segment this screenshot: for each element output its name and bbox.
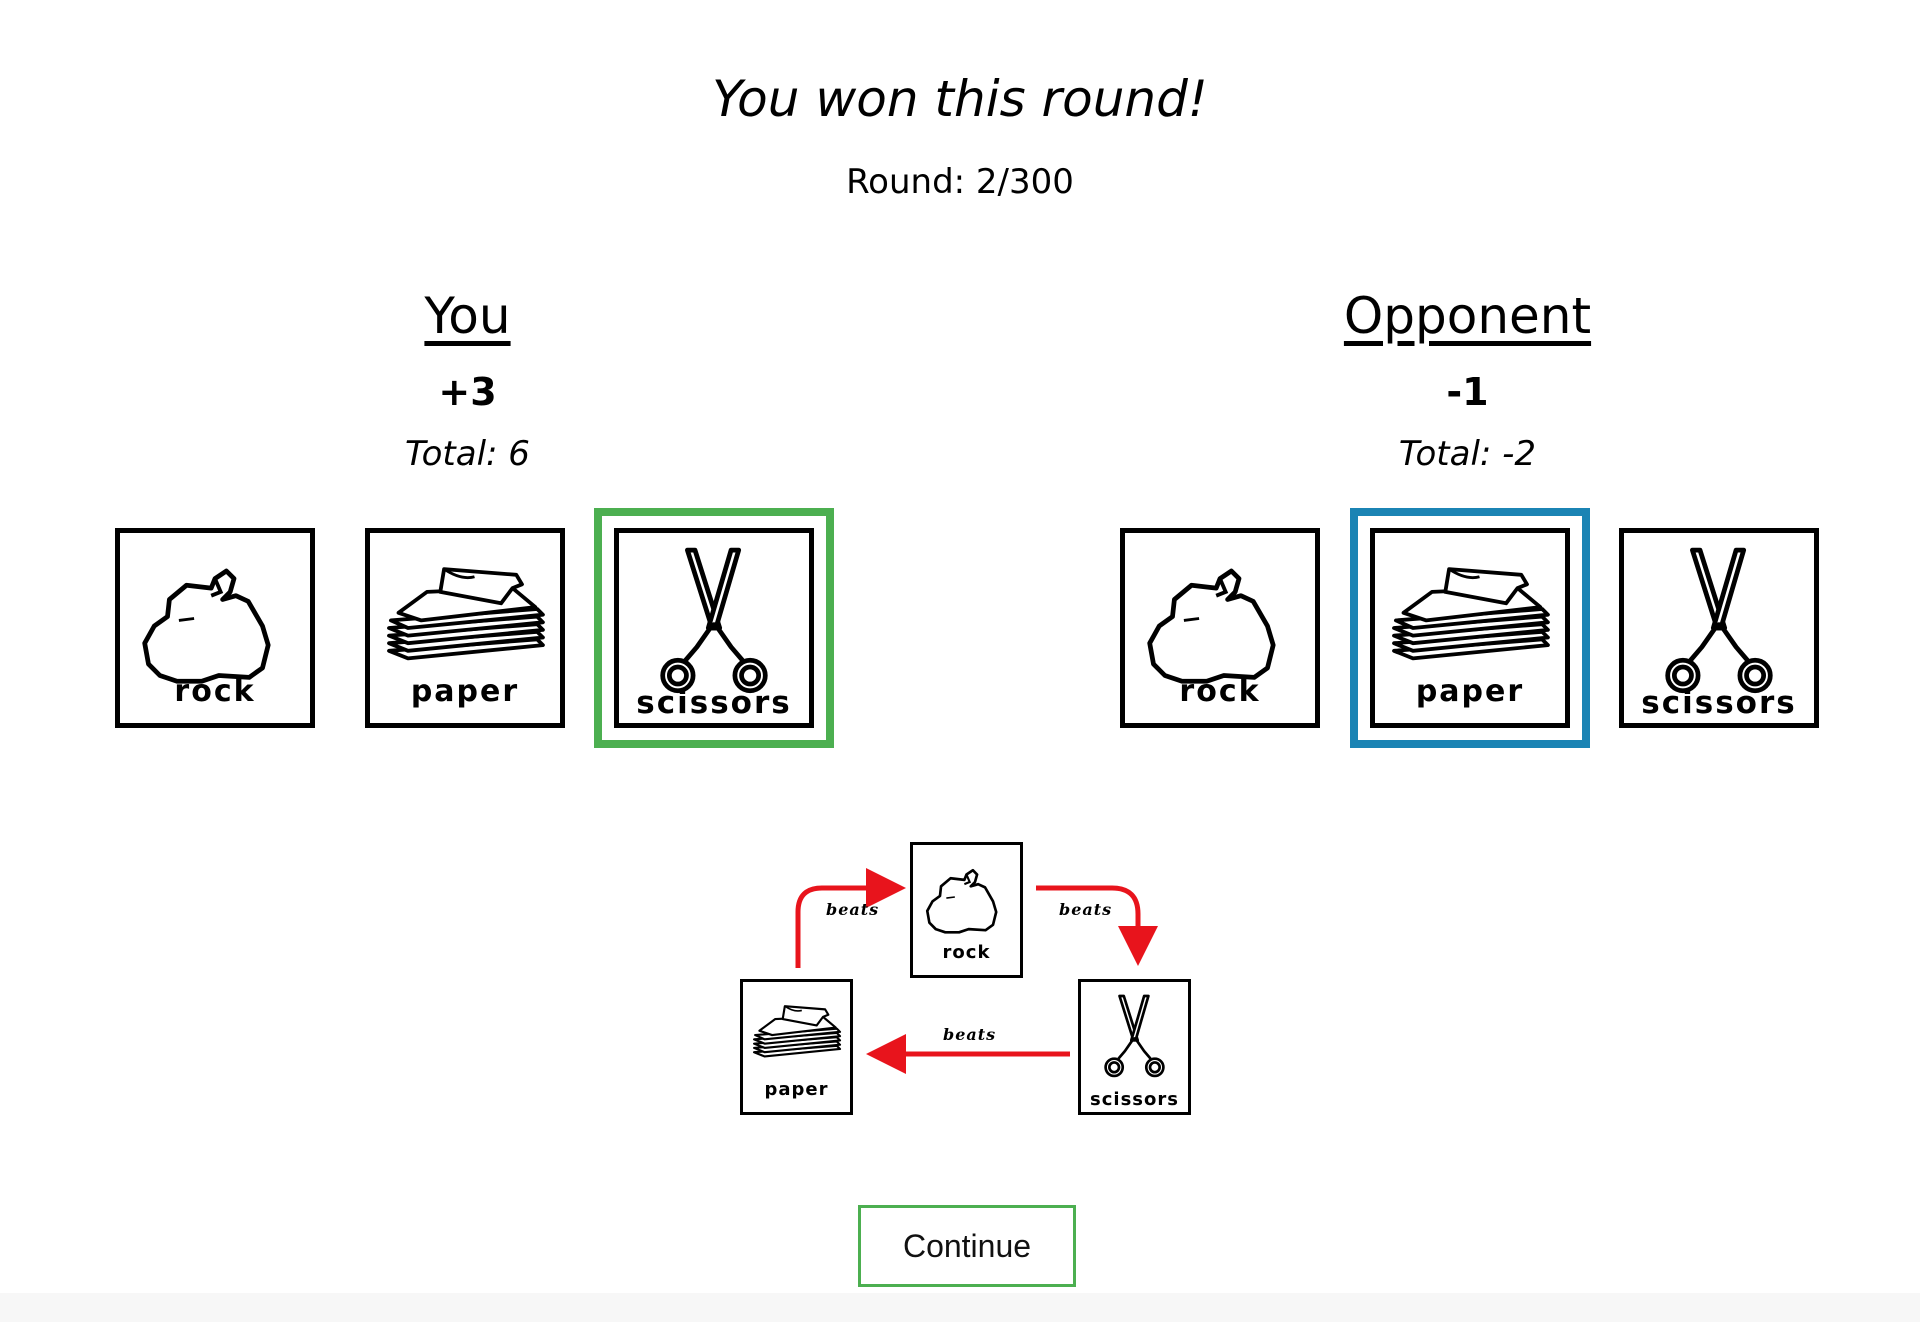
beats-label: beats bbox=[826, 900, 880, 919]
diagram-label: rock bbox=[942, 942, 991, 963]
beats-label: beats bbox=[943, 1025, 997, 1044]
diagram-rock: rock bbox=[910, 842, 1023, 978]
page-footer-strip bbox=[0, 1293, 1920, 1322]
arrow-rock-beats-scissors bbox=[1036, 885, 1158, 966]
diagram-label: scissors bbox=[1090, 1089, 1179, 1110]
diagram-scissors: scissors bbox=[1078, 979, 1191, 1115]
diagram-label: paper bbox=[764, 1079, 829, 1100]
continue-button[interactable]: Continue bbox=[858, 1205, 1076, 1287]
diagram-paper: paper bbox=[740, 979, 853, 1115]
beats-arrows bbox=[795, 868, 1158, 1074]
beats-label: beats bbox=[1059, 900, 1113, 919]
